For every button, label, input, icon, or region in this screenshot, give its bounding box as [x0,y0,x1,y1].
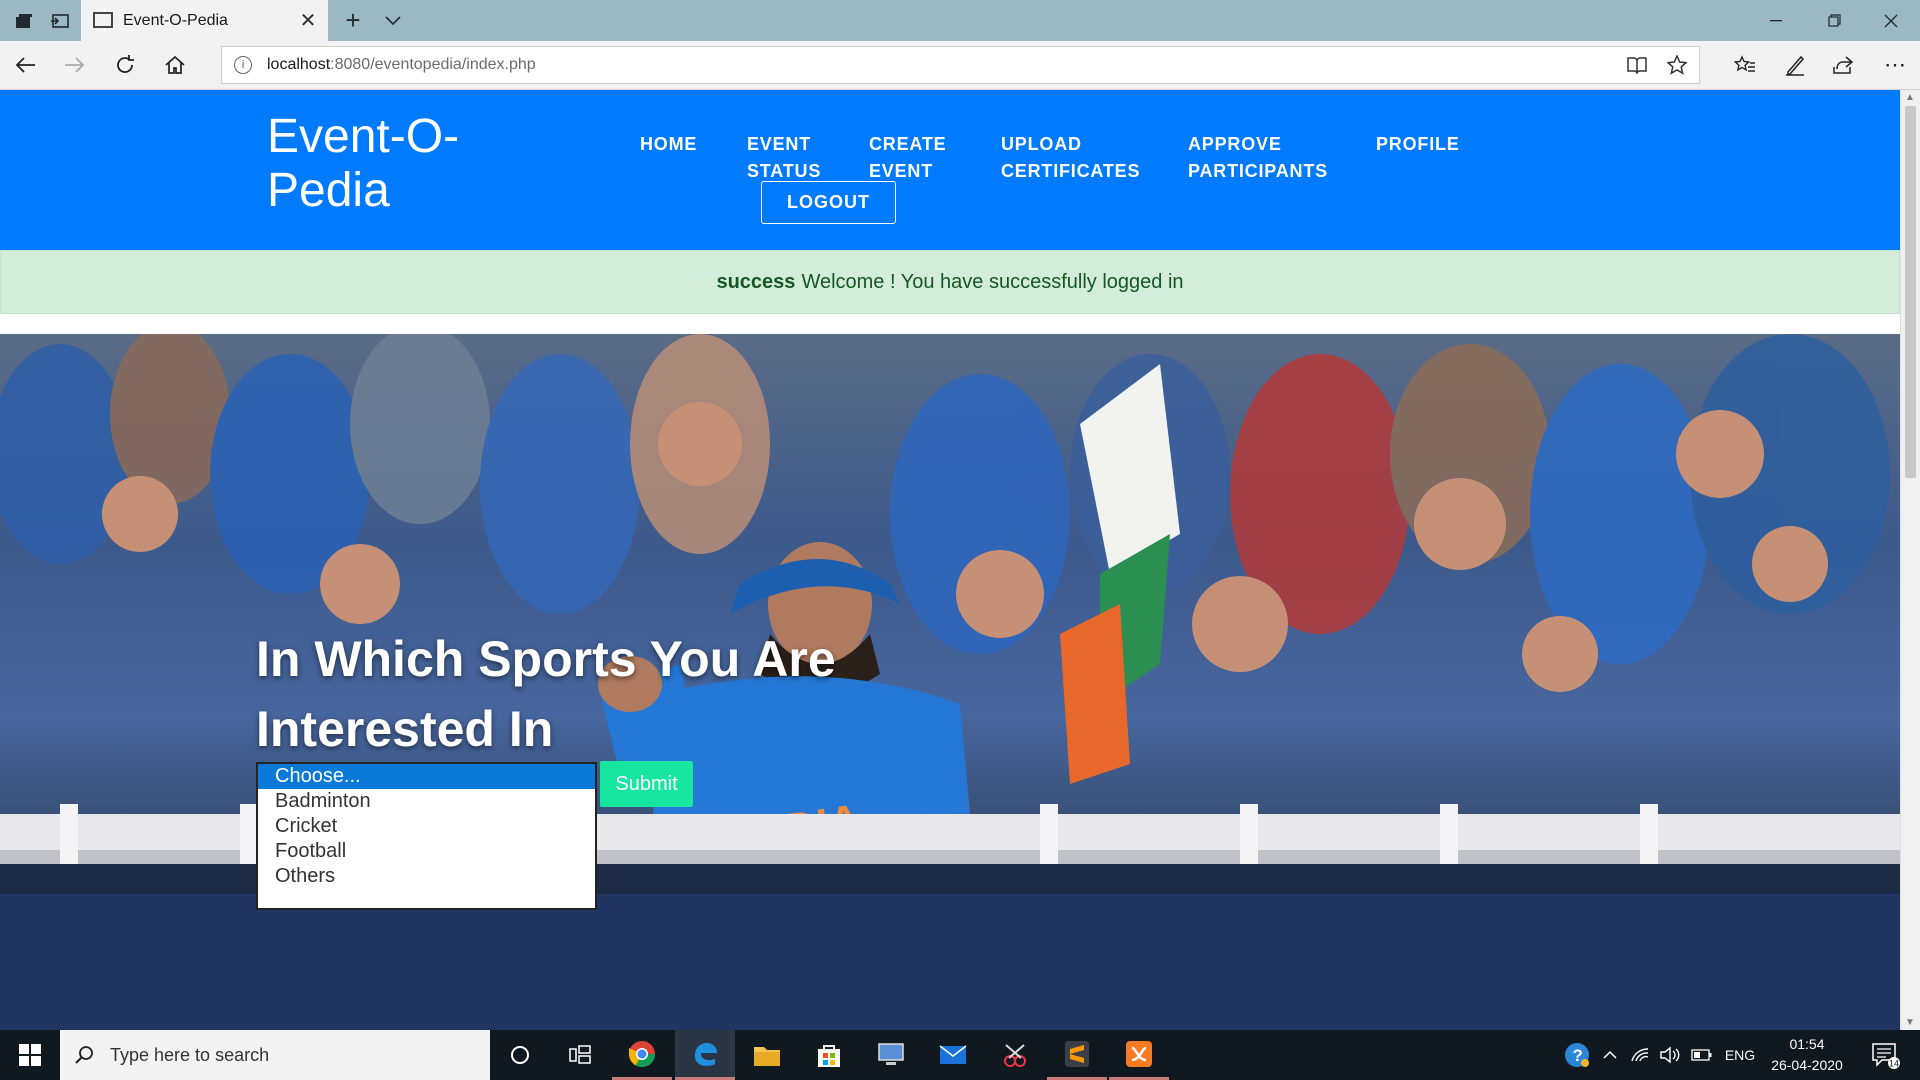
favorites-list-icon[interactable] [1725,45,1765,85]
show-tabs-aside-icon[interactable] [42,0,78,41]
sport-option-badminton[interactable]: Badminton [258,789,595,814]
task-view-icon[interactable] [550,1030,610,1080]
wifi-icon[interactable] [1628,1030,1652,1080]
page-viewport: Event-O-Pedia HOME EVENT STATUS CREATE EVE… [0,90,1900,1030]
tab-list-chevron-icon[interactable] [378,0,408,41]
snipping-tool-icon[interactable] [985,1030,1045,1080]
share-icon[interactable] [1823,45,1863,85]
web-note-pen-icon[interactable] [1775,45,1815,85]
xampp-icon[interactable] [1109,1030,1169,1080]
close-window-icon[interactable] [1862,0,1920,41]
scroll-up-arrow-icon[interactable]: ▲ [1905,92,1915,103]
action-center-icon[interactable]: 14 [1860,1030,1910,1080]
store-icon[interactable] [799,1030,859,1080]
sport-option-cricket[interactable]: Cricket [258,814,595,839]
taskbar-search-box[interactable]: Type here to search [60,1030,490,1080]
favorite-star-icon[interactable] [1666,54,1688,80]
show-hidden-icons-chevron-icon[interactable] [1598,1030,1622,1080]
reading-view-icon[interactable] [1627,56,1647,79]
windows-start-icon[interactable] [0,1030,60,1080]
clock-time: 01:54 [1789,1036,1825,1052]
chrome-icon[interactable] [612,1030,672,1080]
refresh-icon[interactable] [105,45,145,85]
alert-message: Welcome ! You have successfully logged i… [801,270,1184,293]
volume-icon[interactable] [1656,1030,1684,1080]
close-tab-icon[interactable]: ✕ [296,8,320,32]
logout-button[interactable]: LOGOUT [761,181,896,224]
sublime-text-icon[interactable] [1047,1030,1107,1080]
remote-desktop-icon[interactable] [861,1030,921,1080]
windows-taskbar: Type here to search ? ENG 01:54 26-04-20… [0,1030,1920,1080]
nav-home[interactable]: HOME [640,131,697,158]
back-arrow-icon[interactable] [5,45,45,85]
browser-toolbar: i localhost:8080/eventopedia/index.php ⋯ [0,41,1920,90]
hero-title: In Which Sports You Are Interested In [256,631,836,757]
clock-date: 26-04-2020 [1771,1057,1843,1073]
page-icon [93,12,113,28]
sport-select-listbox[interactable]: Choose... Badminton Cricket Football Oth… [256,762,597,910]
edge-icon[interactable] [675,1030,735,1080]
sport-option-others[interactable]: Others [258,864,595,889]
nav-profile[interactable]: PROFILE [1376,131,1460,158]
sport-option-choose[interactable]: Choose... [258,764,595,789]
set-tabs-aside-icon[interactable] [6,0,42,41]
nav-event-status[interactable]: EVENT STATUS [747,131,821,185]
more-options-icon[interactable]: ⋯ [1875,45,1915,85]
site-info-icon[interactable]: i [234,56,252,74]
system-clock[interactable]: 01:54 26-04-2020 [1762,1034,1852,1076]
site-brand[interactable]: Event-O-Pedia [267,110,517,218]
forward-arrow-icon[interactable] [55,45,95,85]
nav-approve-participants[interactable]: APPROVE PARTICIPANTS [1188,131,1328,185]
alert-strong: success [716,270,796,293]
nav-upload-certificates[interactable]: UPLOAD CERTIFICATES [1001,131,1140,185]
browser-tab[interactable]: Event-O-Pedia ✕ [81,0,328,41]
address-bar[interactable]: i localhost:8080/eventopedia/index.php [221,46,1700,84]
new-tab-icon[interactable]: + [338,0,368,41]
scroll-down-arrow-icon[interactable]: ▼ [1905,1017,1915,1028]
mail-icon[interactable] [923,1030,983,1080]
home-icon[interactable] [155,45,195,85]
battery-icon[interactable] [1688,1030,1716,1080]
sport-option-football[interactable]: Football [258,839,595,864]
notification-count: 14 [1889,1059,1899,1069]
url-text[interactable]: localhost:8080/eventopedia/index.php [267,56,536,74]
minimize-icon[interactable] [1747,0,1805,41]
language-indicator[interactable]: ENG [1720,1030,1760,1080]
browser-tab-bar: Event-O-Pedia ✕ + [0,0,1920,41]
success-alert: success Welcome ! You have successfully … [0,250,1900,314]
page-scrollbar[interactable]: ▲ ▼ [1900,90,1920,1030]
help-question-icon[interactable]: ? [1560,1030,1594,1080]
tab-title: Event-O-Pedia [123,11,228,29]
site-header: Event-O-Pedia HOME EVENT STATUS CREATE EVE… [0,90,1900,250]
hero-section: INDIA In Which Sports You Are Interested… [0,334,1900,1030]
search-icon [75,1046,93,1064]
file-explorer-icon[interactable] [737,1030,797,1080]
scrollbar-thumb[interactable] [1905,106,1916,478]
nav-create-event[interactable]: CREATE EVENT [869,131,946,185]
search-placeholder: Type here to search [110,1044,270,1065]
submit-button[interactable]: Submit [600,761,693,807]
restore-icon[interactable] [1805,0,1863,41]
cortana-icon[interactable] [490,1030,550,1080]
